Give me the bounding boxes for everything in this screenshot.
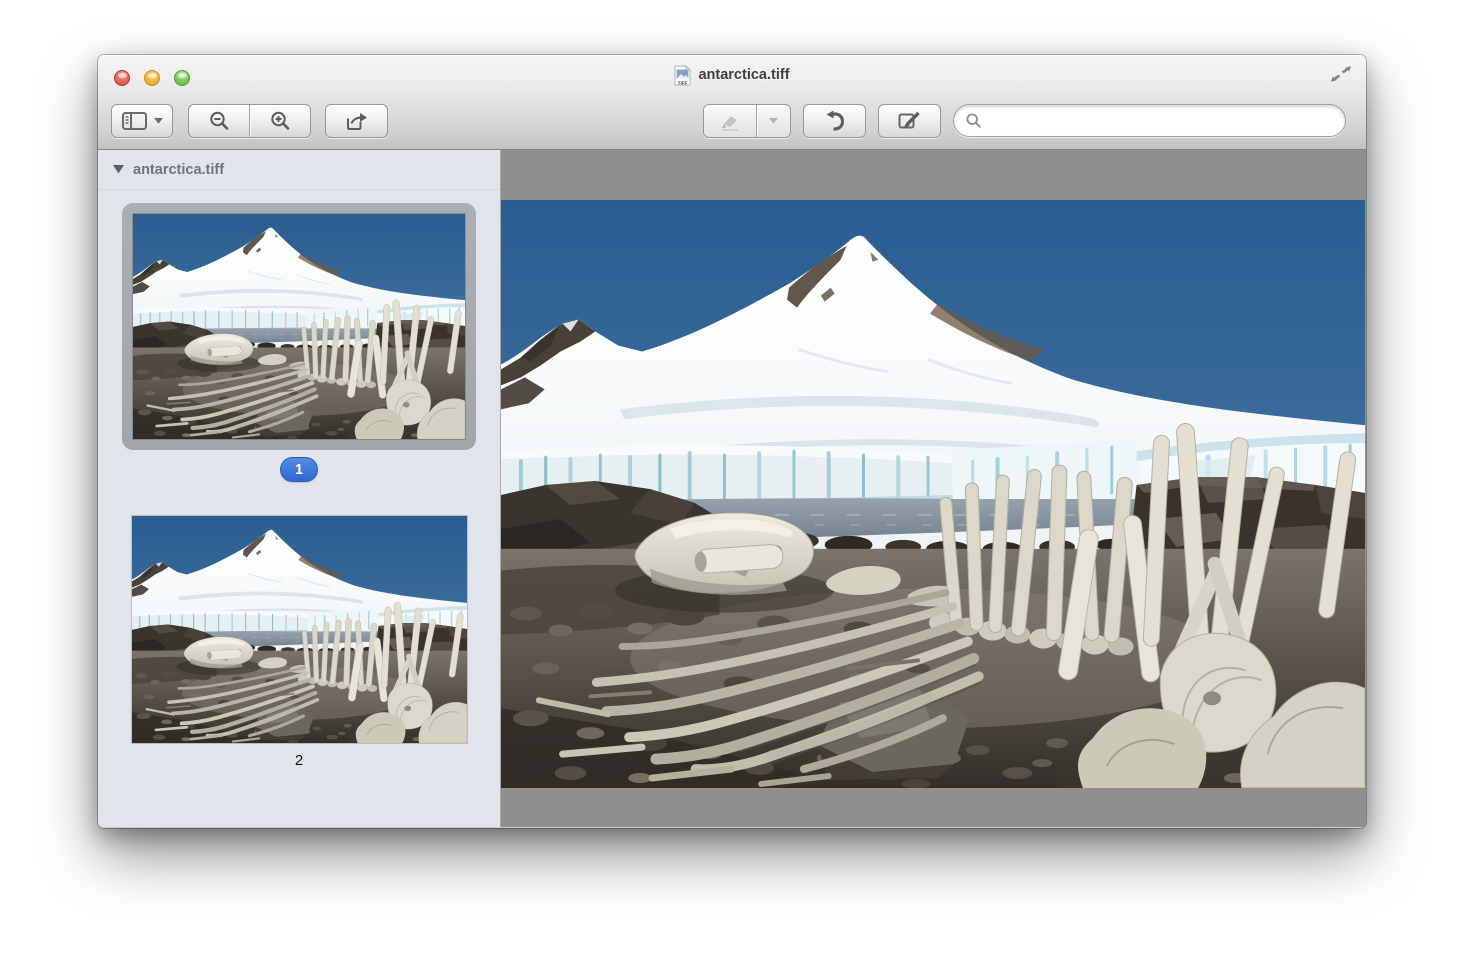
window-title: antarctica.tiff bbox=[698, 67, 789, 83]
magnifier-minus-icon bbox=[208, 110, 231, 132]
zoom-in-button[interactable] bbox=[250, 105, 310, 137]
zoom-segmented-control bbox=[188, 104, 311, 138]
thumbnail-page-2[interactable] bbox=[132, 516, 467, 743]
thumbnail-sidebar: antarctica.tiff 1 2 bbox=[98, 150, 501, 827]
tiff-document-icon: TIFF bbox=[674, 65, 691, 86]
thumbnail-page-1-selected[interactable] bbox=[122, 203, 476, 450]
search-input[interactable] bbox=[988, 113, 1333, 129]
main-canvas bbox=[501, 150, 1366, 827]
titlebar: TIFF antarctica.tiff bbox=[98, 63, 1366, 87]
thumbnail-image-2 bbox=[132, 516, 467, 743]
view-options-button[interactable] bbox=[111, 104, 173, 138]
rotate-left-icon bbox=[824, 110, 846, 132]
highlight-segmented-control bbox=[703, 104, 791, 138]
window-chrome: TIFF antarctica.tiff bbox=[98, 55, 1366, 150]
share-icon bbox=[345, 111, 369, 131]
magnifier-plus-icon bbox=[269, 110, 292, 132]
preview-window: TIFF antarctica.tiff bbox=[98, 55, 1366, 828]
share-button[interactable] bbox=[325, 104, 388, 138]
triangle-down-icon bbox=[113, 165, 124, 174]
fullscreen-arrows-icon[interactable] bbox=[1330, 65, 1352, 83]
antarctica-photo bbox=[501, 200, 1365, 788]
highlight-button[interactable] bbox=[704, 105, 756, 137]
sidebar-view-icon bbox=[122, 112, 148, 130]
markup-pencil-icon bbox=[898, 111, 921, 131]
highlight-dropdown-button[interactable] bbox=[757, 105, 790, 137]
chevron-down-icon bbox=[154, 118, 163, 124]
page-number-label: 2 bbox=[295, 752, 303, 769]
doc-icon-label: TIFF bbox=[678, 80, 688, 85]
rotate-left-button[interactable] bbox=[803, 104, 866, 138]
markup-button[interactable] bbox=[878, 104, 941, 138]
window-content: antarctica.tiff 1 2 bbox=[98, 150, 1366, 827]
zoom-out-button[interactable] bbox=[189, 105, 249, 137]
page-number-badge: 1 bbox=[280, 457, 318, 482]
sidebar-document-label: antarctica.tiff bbox=[133, 162, 224, 178]
sidebar-document-header[interactable]: antarctica.tiff bbox=[98, 150, 500, 190]
highlighter-icon bbox=[720, 112, 740, 131]
chevron-down-icon bbox=[769, 118, 778, 124]
thumbnail-image-1 bbox=[133, 214, 465, 439]
search-icon bbox=[966, 113, 981, 128]
search-field[interactable] bbox=[953, 104, 1346, 137]
